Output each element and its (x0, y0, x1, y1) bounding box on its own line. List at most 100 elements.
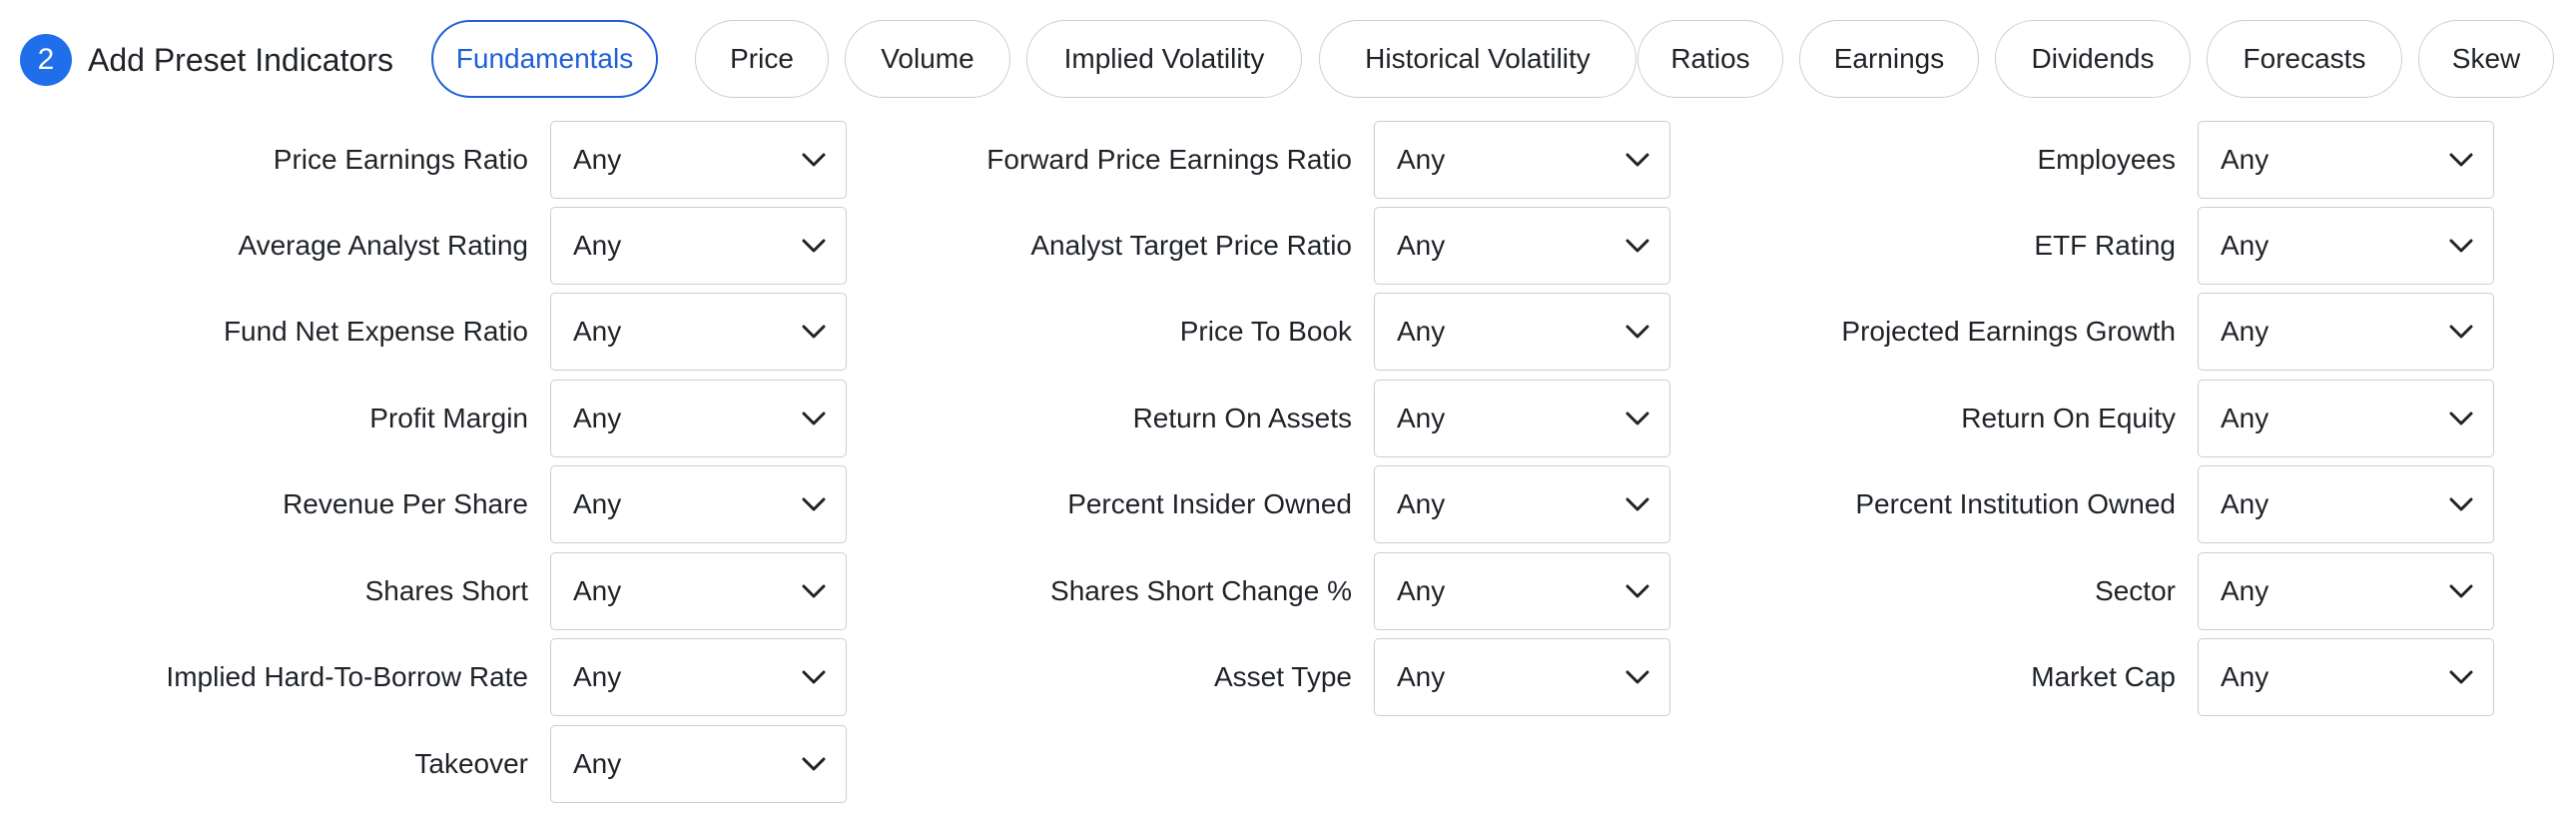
select-value: Any (1397, 575, 1446, 606)
projected-earnings-growth-select[interactable]: Any (2198, 293, 2494, 371)
select-value: Any (573, 144, 622, 175)
market-cap-select[interactable]: Any (2198, 638, 2494, 716)
chevron-down-icon (802, 670, 826, 684)
tab-price[interactable]: Price (695, 20, 829, 98)
chevron-down-icon (1625, 239, 1649, 253)
field-label: Forward Price Earnings Ratio (986, 144, 1352, 175)
etf-rating-field: ETF Rating Any (2034, 207, 2494, 285)
return-on-assets-select[interactable]: Any (1374, 380, 1670, 457)
revenue-per-share-field: Revenue Per Share Any (283, 465, 847, 543)
select-value: Any (573, 488, 622, 519)
tab-implied-volatility[interactable]: Implied Volatility (1026, 20, 1302, 98)
field-label: Average Analyst Rating (238, 230, 528, 261)
select-value: Any (573, 661, 622, 692)
analyst-target-price-ratio-field: Analyst Target Price Ratio Any (1030, 207, 1670, 285)
field-label: Market Cap (2031, 661, 2176, 692)
employees-select[interactable]: Any (2198, 121, 2494, 199)
asset-type-field: Asset Type Any (1214, 638, 1670, 716)
tab-historical-volatility[interactable]: Historical Volatility (1319, 20, 1636, 98)
percent-institution-owned-field: Percent Institution Owned Any (1855, 465, 2494, 543)
analyst-target-price-ratio-select[interactable]: Any (1374, 207, 1670, 285)
chevron-down-icon (1625, 584, 1649, 598)
field-label: Takeover (414, 748, 528, 779)
tab-skew[interactable]: Skew (2418, 20, 2554, 98)
price-earnings-ratio-field: Price Earnings Ratio Any (274, 121, 847, 199)
implied-hard-to-borrow-rate-select[interactable]: Any (550, 638, 847, 716)
chevron-down-icon (1625, 153, 1649, 167)
section-header: 2 Add Preset Indicators (20, 20, 393, 100)
profit-margin-field: Profit Margin Any (369, 380, 847, 457)
field-label: Shares Short (364, 575, 528, 606)
select-value: Any (2221, 144, 2269, 175)
price-to-book-select[interactable]: Any (1374, 293, 1670, 371)
select-value: Any (1397, 144, 1446, 175)
forward-price-earnings-ratio-field: Forward Price Earnings Ratio Any (986, 121, 1670, 199)
select-value: Any (573, 316, 622, 347)
asset-type-select[interactable]: Any (1374, 638, 1670, 716)
field-label: Analyst Target Price Ratio (1030, 230, 1352, 261)
chevron-down-icon (802, 757, 826, 771)
select-value: Any (1397, 403, 1446, 433)
tab-forecasts[interactable]: Forecasts (2207, 20, 2402, 98)
employees-field: Employees Any (2037, 121, 2494, 199)
tab-ratios[interactable]: Ratios (1637, 20, 1783, 98)
field-label: Sector (2095, 575, 2176, 606)
field-label: Employees (2037, 144, 2176, 175)
select-value: Any (1397, 230, 1446, 261)
etf-rating-select[interactable]: Any (2198, 207, 2494, 285)
sector-select[interactable]: Any (2198, 552, 2494, 630)
shares-short-select[interactable]: Any (550, 552, 847, 630)
field-label: Revenue Per Share (283, 488, 528, 519)
chevron-down-icon (802, 325, 826, 339)
field-label: Fund Net Expense Ratio (223, 316, 528, 347)
select-value: Any (1397, 316, 1446, 347)
implied-hard-to-borrow-rate-field: Implied Hard-To-Borrow Rate Any (166, 638, 847, 716)
market-cap-field: Market Cap Any (2031, 638, 2494, 716)
shares-short-change-select[interactable]: Any (1374, 552, 1670, 630)
chevron-down-icon (2449, 325, 2473, 339)
price-earnings-ratio-select[interactable]: Any (550, 121, 847, 199)
chevron-down-icon (802, 153, 826, 167)
profit-margin-select[interactable]: Any (550, 380, 847, 457)
tab-earnings[interactable]: Earnings (1799, 20, 1979, 98)
select-value: Any (1397, 661, 1446, 692)
tab-fundamentals[interactable]: Fundamentals (431, 20, 658, 98)
select-value: Any (1397, 488, 1446, 519)
price-to-book-field: Price To Book Any (1180, 293, 1670, 371)
average-analyst-rating-field: Average Analyst Rating Any (238, 207, 847, 285)
tab-dividends[interactable]: Dividends (1995, 20, 2191, 98)
projected-earnings-growth-field: Projected Earnings Growth Any (1841, 293, 2494, 371)
field-label: Price Earnings Ratio (273, 144, 528, 175)
field-label: Profit Margin (369, 403, 528, 433)
field-label: Return On Assets (1132, 403, 1352, 433)
select-value: Any (573, 575, 622, 606)
field-label: Projected Earnings Growth (1841, 316, 2176, 347)
return-on-equity-field: Return On Equity Any (1961, 380, 2494, 457)
percent-insider-owned-field: Percent Insider Owned Any (1067, 465, 1670, 543)
chevron-down-icon (802, 412, 826, 425)
return-on-assets-field: Return On Assets Any (1133, 380, 1670, 457)
average-analyst-rating-select[interactable]: Any (550, 207, 847, 285)
chevron-down-icon (1625, 412, 1649, 425)
field-label: Implied Hard-To-Borrow Rate (166, 661, 528, 692)
percent-institution-owned-select[interactable]: Any (2198, 465, 2494, 543)
chevron-down-icon (802, 497, 826, 511)
select-value: Any (573, 748, 622, 779)
chevron-down-icon (1625, 325, 1649, 339)
field-label: Return On Equity (1961, 403, 2176, 433)
select-value: Any (2221, 661, 2269, 692)
select-value: Any (2221, 230, 2269, 261)
select-value: Any (573, 403, 622, 433)
chevron-down-icon (2449, 670, 2473, 684)
forward-price-earnings-ratio-select[interactable]: Any (1374, 121, 1670, 199)
tab-volume[interactable]: Volume (845, 20, 1010, 98)
chevron-down-icon (802, 584, 826, 598)
return-on-equity-select[interactable]: Any (2198, 380, 2494, 457)
fund-net-expense-ratio-select[interactable]: Any (550, 293, 847, 371)
takeover-field: Takeover Any (414, 725, 847, 803)
takeover-select[interactable]: Any (550, 725, 847, 803)
percent-insider-owned-select[interactable]: Any (1374, 465, 1670, 543)
select-value: Any (2221, 575, 2269, 606)
select-value: Any (2221, 403, 2269, 433)
revenue-per-share-select[interactable]: Any (550, 465, 847, 543)
